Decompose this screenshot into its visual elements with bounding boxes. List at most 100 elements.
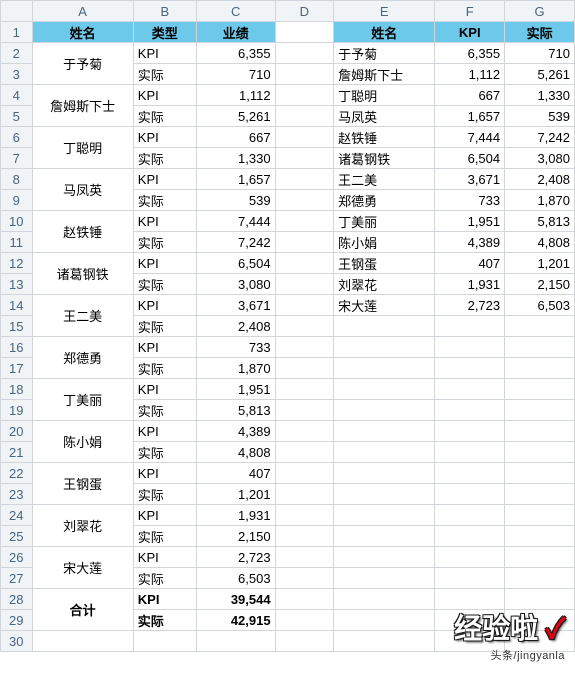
empty-cell[interactable]: [275, 421, 334, 442]
empty-cell[interactable]: [275, 85, 334, 106]
empty-cell[interactable]: [505, 400, 575, 421]
row-header[interactable]: 23: [1, 484, 33, 505]
empty-cell[interactable]: [505, 610, 575, 631]
empty-cell[interactable]: [435, 505, 505, 526]
empty-cell[interactable]: [505, 442, 575, 463]
column-header-f[interactable]: F: [435, 1, 505, 22]
row-header[interactable]: 4: [1, 85, 33, 106]
row-header[interactable]: 13: [1, 274, 33, 295]
empty-cell[interactable]: [505, 631, 575, 652]
empty-cell[interactable]: [435, 400, 505, 421]
empty-cell[interactable]: [275, 610, 334, 631]
empty-cell[interactable]: [505, 526, 575, 547]
empty-cell[interactable]: [435, 484, 505, 505]
empty-cell[interactable]: [275, 379, 334, 400]
column-header-g[interactable]: G: [505, 1, 575, 22]
row-header[interactable]: 1: [1, 22, 33, 43]
empty-cell[interactable]: [275, 22, 334, 43]
empty-cell[interactable]: [505, 358, 575, 379]
empty-cell[interactable]: [334, 505, 435, 526]
row-header[interactable]: 19: [1, 400, 33, 421]
row-header[interactable]: 14: [1, 295, 33, 316]
empty-cell[interactable]: [505, 421, 575, 442]
empty-cell[interactable]: [435, 610, 505, 631]
empty-cell[interactable]: [275, 211, 334, 232]
empty-cell[interactable]: [505, 568, 575, 589]
row-header[interactable]: 16: [1, 337, 33, 358]
empty-cell[interactable]: [334, 442, 435, 463]
empty-cell[interactable]: [275, 295, 334, 316]
empty-cell[interactable]: [334, 463, 435, 484]
empty-cell[interactable]: [275, 442, 334, 463]
empty-cell[interactable]: [334, 379, 435, 400]
row-header[interactable]: 21: [1, 442, 33, 463]
empty-cell[interactable]: [334, 526, 435, 547]
empty-cell[interactable]: [275, 274, 334, 295]
row-header[interactable]: 24: [1, 505, 33, 526]
empty-cell[interactable]: [334, 337, 435, 358]
row-header[interactable]: 22: [1, 463, 33, 484]
row-header[interactable]: 5: [1, 106, 33, 127]
empty-cell[interactable]: [435, 442, 505, 463]
row-header[interactable]: 25: [1, 526, 33, 547]
row-header[interactable]: 29: [1, 610, 33, 631]
row-header[interactable]: 9: [1, 190, 33, 211]
empty-cell[interactable]: [334, 547, 435, 568]
empty-cell[interactable]: [334, 631, 435, 652]
empty-cell[interactable]: [196, 631, 275, 652]
row-header[interactable]: 10: [1, 211, 33, 232]
empty-cell[interactable]: [275, 232, 334, 253]
empty-cell[interactable]: [334, 358, 435, 379]
empty-cell[interactable]: [435, 463, 505, 484]
empty-cell[interactable]: [334, 400, 435, 421]
empty-cell[interactable]: [435, 337, 505, 358]
corner-cell[interactable]: [1, 1, 33, 22]
empty-cell[interactable]: [505, 589, 575, 610]
empty-cell[interactable]: [505, 316, 575, 337]
empty-cell[interactable]: [505, 337, 575, 358]
empty-cell[interactable]: [435, 421, 505, 442]
empty-cell[interactable]: [275, 169, 334, 190]
row-header[interactable]: 15: [1, 316, 33, 337]
empty-cell[interactable]: [275, 106, 334, 127]
empty-cell[interactable]: [435, 316, 505, 337]
row-header[interactable]: 12: [1, 253, 33, 274]
empty-cell[interactable]: [435, 631, 505, 652]
row-header[interactable]: 17: [1, 358, 33, 379]
empty-cell[interactable]: [275, 316, 334, 337]
empty-cell[interactable]: [334, 568, 435, 589]
empty-cell[interactable]: [275, 547, 334, 568]
empty-cell[interactable]: [275, 148, 334, 169]
row-header[interactable]: 8: [1, 169, 33, 190]
empty-cell[interactable]: [505, 505, 575, 526]
row-header[interactable]: 26: [1, 547, 33, 568]
empty-cell[interactable]: [505, 463, 575, 484]
empty-cell[interactable]: [275, 337, 334, 358]
empty-cell[interactable]: [275, 253, 334, 274]
empty-cell[interactable]: [275, 400, 334, 421]
row-header[interactable]: 6: [1, 127, 33, 148]
empty-cell[interactable]: [133, 631, 196, 652]
row-header[interactable]: 28: [1, 589, 33, 610]
empty-cell[interactable]: [334, 421, 435, 442]
empty-cell[interactable]: [334, 316, 435, 337]
row-header[interactable]: 30: [1, 631, 33, 652]
column-header-b[interactable]: B: [133, 1, 196, 22]
empty-cell[interactable]: [275, 526, 334, 547]
column-header-a[interactable]: A: [32, 1, 133, 22]
empty-cell[interactable]: [275, 64, 334, 85]
row-header[interactable]: 27: [1, 568, 33, 589]
empty-cell[interactable]: [275, 358, 334, 379]
empty-cell[interactable]: [275, 568, 334, 589]
empty-cell[interactable]: [275, 589, 334, 610]
empty-cell[interactable]: [505, 379, 575, 400]
column-header-c[interactable]: C: [196, 1, 275, 22]
empty-cell[interactable]: [275, 484, 334, 505]
empty-cell[interactable]: [435, 568, 505, 589]
empty-cell[interactable]: [32, 631, 133, 652]
empty-cell[interactable]: [435, 547, 505, 568]
row-header[interactable]: 7: [1, 148, 33, 169]
column-header-e[interactable]: E: [334, 1, 435, 22]
empty-cell[interactable]: [435, 526, 505, 547]
empty-cell[interactable]: [275, 505, 334, 526]
